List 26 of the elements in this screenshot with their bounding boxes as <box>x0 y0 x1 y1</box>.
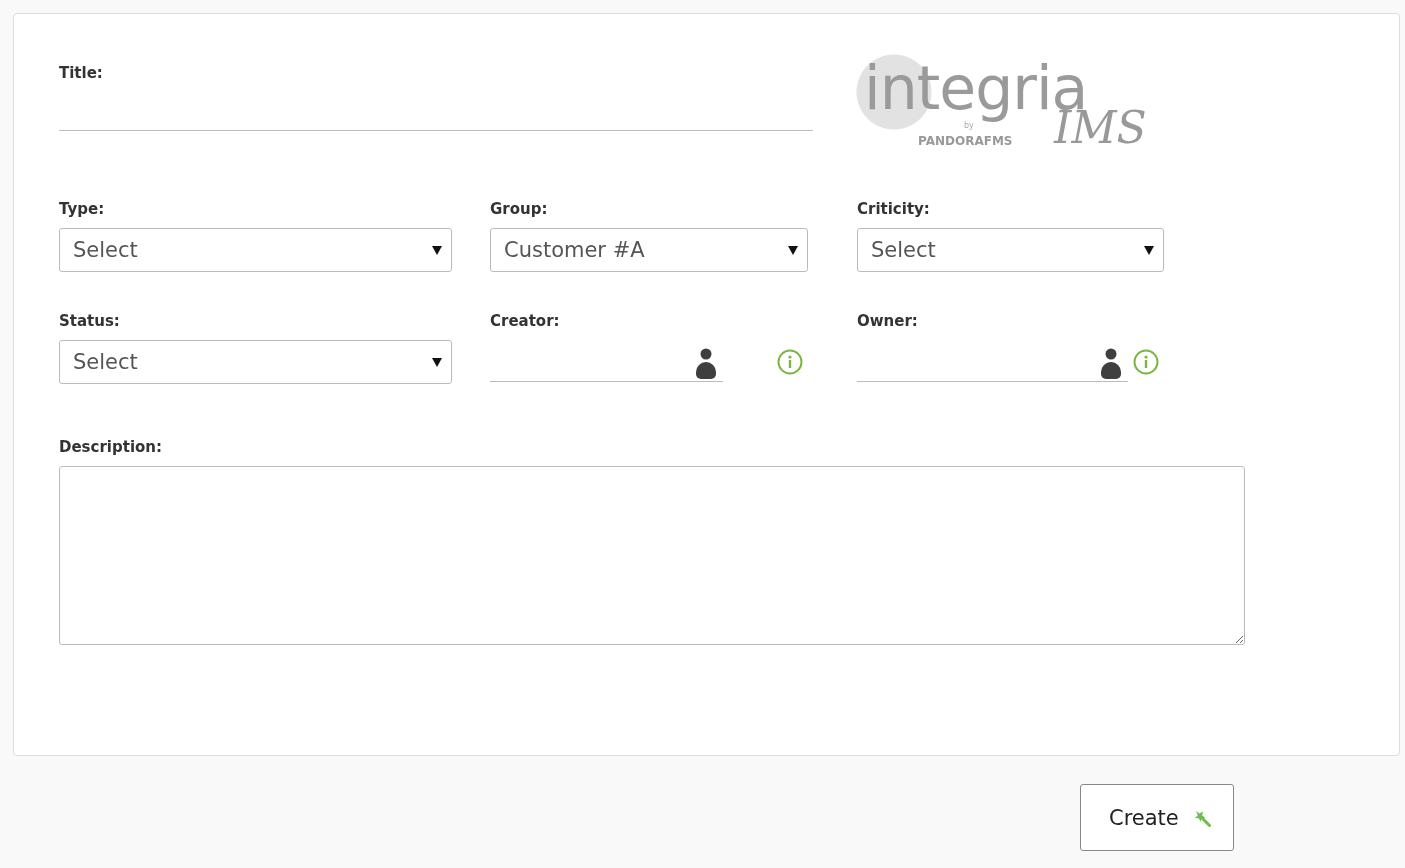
user-icon <box>1100 348 1122 379</box>
logo-by-text: by <box>964 122 974 130</box>
magic-wand-icon <box>1192 808 1211 827</box>
user-input-field[interactable] <box>490 346 723 382</box>
field-label: Description: <box>59 438 163 456</box>
select-dropdown[interactable]: Select <box>59 228 452 272</box>
field-label: Owner: <box>857 312 919 330</box>
caret-icon <box>432 357 442 367</box>
select-dropdown[interactable]: Select <box>857 228 1164 272</box>
field-label: Status: <box>59 312 121 330</box>
select-dropdown[interactable]: Customer #A <box>490 228 808 272</box>
user-icon <box>695 348 717 379</box>
caret-icon <box>1144 245 1154 255</box>
caret-icon <box>788 245 798 255</box>
field-label: Creator: <box>490 312 561 330</box>
caret-icon <box>432 245 442 255</box>
field-label: Group: <box>490 200 549 218</box>
info-icon <box>777 349 803 375</box>
user-input-field[interactable] <box>857 346 1128 382</box>
logo-vendor-text: PANDORAFMS <box>918 134 1013 148</box>
create-button[interactable]: Create <box>1080 784 1234 851</box>
select-dropdown[interactable]: Select <box>59 340 452 384</box>
field-label: Type: <box>59 200 106 218</box>
field-label: Title: <box>59 64 104 82</box>
field-label: Criticity: <box>857 200 931 218</box>
info-icon <box>1133 349 1159 375</box>
